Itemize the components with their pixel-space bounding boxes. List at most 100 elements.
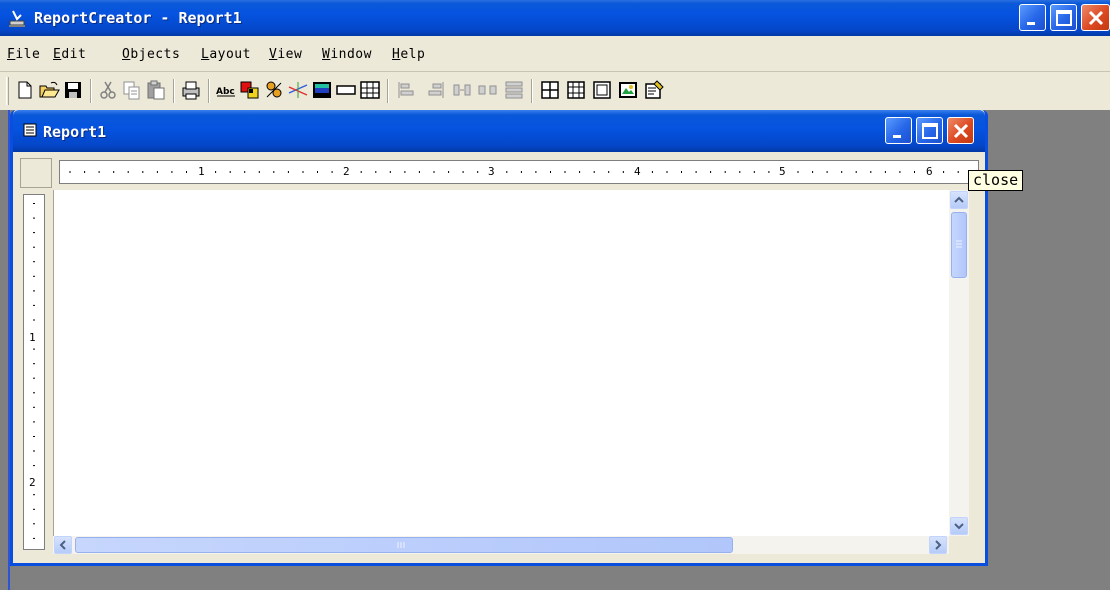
scroll-right-button[interactable] — [929, 536, 947, 554]
report-minimize-button[interactable] — [885, 117, 912, 144]
vertical-ruler-ticks — [33, 203, 35, 539]
ruler-tick — [797, 171, 799, 173]
ruler-tick — [33, 406, 35, 408]
ruler-tick — [33, 494, 35, 496]
horizontal-scroll-thumb[interactable] — [75, 537, 733, 553]
ruler-tick — [753, 171, 755, 173]
ruler-tick — [739, 171, 741, 173]
space-horizontal-icon[interactable] — [451, 79, 473, 101]
ruler-tick — [69, 171, 71, 173]
ruler-tick — [142, 171, 144, 173]
ruler-tick — [812, 171, 814, 173]
open-icon[interactable] — [38, 79, 60, 101]
ruler-tick — [33, 436, 35, 437]
toolbar-separator — [90, 79, 92, 103]
ruler-tick — [855, 171, 857, 173]
group-icon[interactable] — [263, 79, 285, 101]
ruler-tick — [98, 171, 100, 173]
ruler-tick — [229, 171, 231, 173]
ruler-tick — [215, 171, 217, 173]
line-icon[interactable] — [287, 79, 309, 101]
space-vertical-icon[interactable] — [477, 79, 499, 101]
distribute-icon[interactable] — [503, 79, 525, 101]
menu-help[interactable]: Help — [392, 47, 425, 62]
ruler-tick — [33, 537, 35, 539]
ruler-tick — [666, 171, 668, 173]
ruler-label-6: 6 — [926, 165, 933, 178]
ruler-tick — [462, 171, 464, 173]
maximize-button[interactable] — [1050, 4, 1077, 31]
ruler-tick — [768, 171, 770, 173]
toolbar: Abc — [0, 72, 1110, 110]
grid-2-icon[interactable] — [565, 79, 587, 101]
picture-icon[interactable] — [617, 79, 639, 101]
ruler-tick — [33, 348, 35, 350]
menu-bar: File Edit Objects Layout View Window Hel… — [0, 36, 1110, 72]
grid-1-icon[interactable] — [539, 79, 561, 101]
print-icon[interactable] — [180, 79, 202, 101]
ruler-corner[interactable] — [20, 158, 52, 188]
ruler-tick — [433, 171, 435, 173]
ruler-tick — [33, 392, 35, 394]
properties-icon[interactable] — [643, 79, 665, 101]
ruler-tick — [448, 171, 450, 173]
copy-icon[interactable] — [121, 79, 143, 101]
menu-file[interactable]: File — [7, 47, 40, 62]
scroll-up-button[interactable] — [950, 191, 968, 209]
ruler-label-4: 4 — [634, 165, 641, 178]
ruler-tick — [273, 171, 275, 173]
toolbar-grip[interactable] — [6, 77, 9, 105]
ruler-tick — [33, 203, 35, 204]
paste-icon[interactable] — [145, 79, 167, 101]
ruler-tick — [884, 171, 886, 173]
text-label-icon[interactable]: Abc — [215, 79, 237, 101]
frame-icon[interactable] — [591, 79, 613, 101]
align-left-icon[interactable] — [395, 79, 417, 101]
new-icon[interactable] — [14, 79, 36, 101]
menu-objects[interactable]: Objects — [122, 47, 180, 62]
ruler-tick — [33, 523, 35, 525]
menu-layout[interactable]: Layout — [201, 47, 251, 62]
toolbar-separator — [531, 79, 533, 103]
report-canvas[interactable] — [53, 190, 949, 536]
ruler-label-v2: 2 — [29, 476, 36, 489]
align-right-icon[interactable] — [425, 79, 447, 101]
report-titlebar[interactable]: Report1 — [13, 110, 985, 152]
ruler-tick — [899, 171, 901, 173]
menu-edit[interactable]: Edit — [53, 47, 86, 62]
close-button[interactable] — [1081, 4, 1110, 31]
insert-field-icon[interactable] — [239, 79, 261, 101]
report-maximize-button[interactable] — [916, 117, 943, 144]
minimize-button[interactable] — [1019, 4, 1046, 31]
toolbar-separator — [208, 79, 210, 103]
tooltip: close — [968, 170, 1024, 191]
cut-icon[interactable] — [97, 79, 119, 101]
report-close-button[interactable] — [947, 117, 974, 144]
horizontal-scrollbar[interactable] — [53, 536, 949, 554]
app-icon[interactable] — [8, 9, 26, 27]
menu-window[interactable]: Window — [322, 47, 372, 62]
ruler-tick — [651, 171, 653, 173]
scroll-left-button[interactable] — [54, 536, 72, 554]
horizontal-ruler[interactable]: 1 2 3 4 5 6 — [59, 160, 979, 184]
ruler-tick — [302, 171, 304, 173]
ruler-tick — [33, 246, 35, 248]
ruler-tick — [360, 171, 362, 173]
vertical-ruler[interactable]: 1 2 — [23, 194, 45, 550]
scroll-down-button[interactable] — [950, 517, 968, 535]
vertical-scrollbar[interactable] — [949, 190, 969, 536]
rectangle-icon[interactable] — [335, 79, 357, 101]
ruler-tick — [681, 171, 682, 173]
vertical-scroll-thumb[interactable] — [951, 212, 967, 278]
menu-view[interactable]: View — [269, 47, 302, 62]
ruler-tick — [33, 363, 35, 365]
document-icon[interactable] — [23, 123, 37, 140]
report-title: Report1 — [43, 123, 107, 141]
save-icon[interactable] — [62, 79, 84, 101]
table-icon[interactable] — [359, 79, 381, 101]
ruler-tick — [579, 171, 581, 173]
ruler-tick — [33, 508, 35, 510]
ruler-tick — [389, 171, 391, 173]
image-icon[interactable] — [311, 79, 333, 101]
report-window: Report1 1 2 3 4 5 6 1 2 — [10, 110, 988, 566]
